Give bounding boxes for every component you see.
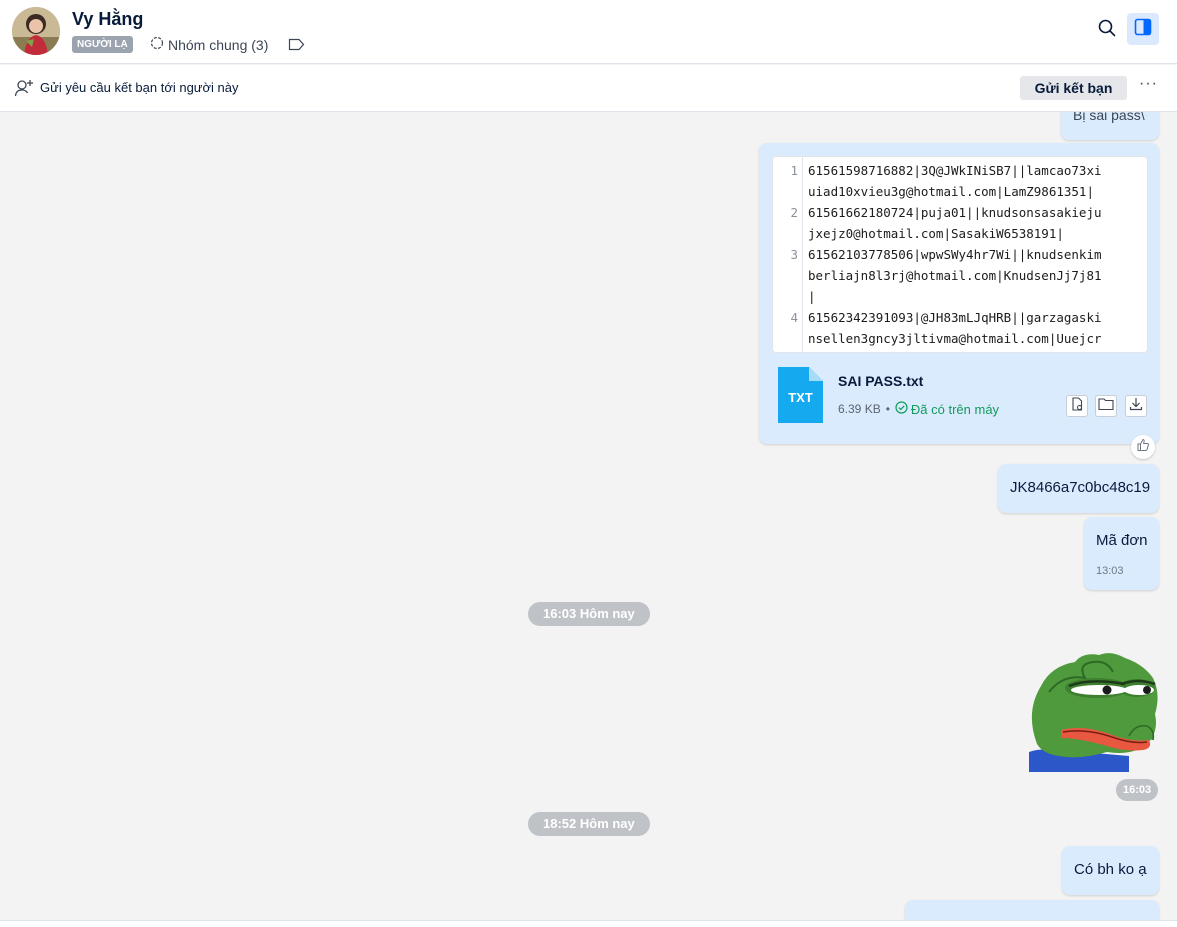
file-message-bubble[interactable]: 1 2 3 4 61561598716882|3Q@JWkINiSB7||lam… [759, 143, 1159, 444]
chat-header: Vy Hằng NGƯỜI LẠ Nhóm chung (3) [0, 0, 1177, 64]
avatar[interactable] [12, 7, 60, 55]
txt-file-icon[interactable]: TXT [778, 367, 823, 423]
code-line: jxejz0@hotmail.com|SasakiW6538191| [808, 226, 1064, 241]
search-icon [1098, 19, 1116, 42]
groups-icon [150, 36, 164, 53]
code-line: berliajn8l3rj@hotmail.com|KnudsenJj7j81 [808, 268, 1102, 283]
file-open-icon [1070, 396, 1084, 416]
open-file-button[interactable] [1066, 395, 1088, 417]
message-list[interactable]: Bị sai pass\ 1 2 3 4 61561598716882|3Q@J… [0, 112, 1177, 920]
time-divider: 16:03 Hôm nay [528, 602, 650, 626]
download-icon [1129, 397, 1143, 416]
message-bubble[interactable]: JK8466a7c0bc48c19 [998, 464, 1159, 513]
message-text: Bị sai pass\ [1073, 112, 1145, 123]
line-number: 4 [790, 310, 798, 325]
code-line: 61562342391093|@JH83mLJqHRB||garzagaski [808, 310, 1102, 325]
sticker-time: 16:03 [1116, 779, 1159, 801]
download-button[interactable] [1125, 395, 1147, 417]
code-line: | [808, 289, 816, 304]
time-divider: 18:52 Hôm nay [528, 812, 650, 836]
add-friend-icon [14, 79, 34, 102]
stranger-badge: NGƯỜI LẠ [72, 36, 133, 53]
code-line: 61561662180724|puja01||knudsonsasakieju [808, 205, 1102, 220]
more-options-button[interactable]: ··· [1139, 75, 1158, 93]
line-number: 3 [790, 247, 798, 262]
reaction-button[interactable] [1131, 435, 1155, 459]
code-line: uiad10xvieu3g@hotmail.com|LamZ9861351| [808, 184, 1094, 199]
folder-icon [1098, 397, 1114, 416]
message-text: JK8466a7c0bc48c19 [1010, 479, 1151, 496]
friend-request-prompt: Gửi yêu cầu kết bạn tới người này [40, 80, 239, 95]
message-text: Mã đơn [1096, 532, 1148, 549]
file-size: 6.39 KB [838, 402, 881, 416]
code-line: 61562103778506|wpwSWy4hr7Wi||knudsenkim [808, 247, 1102, 262]
message-time: 13:03 [1096, 565, 1124, 577]
file-name[interactable]: SAI PASS.txt [838, 373, 923, 389]
label-tag-icon[interactable] [288, 38, 305, 56]
code-line: nsellen3gncy3jltivma@hotmail.com|Uuejcr [808, 331, 1102, 346]
sidebar-panel-icon [1134, 18, 1152, 41]
line-number: 2 [790, 205, 798, 220]
message-bubble[interactable]: Bị sai pass\ [1061, 112, 1159, 140]
file-status-text: Đã có trên máy [910, 401, 1000, 417]
common-groups-label: Nhóm chung (3) [168, 36, 269, 53]
send-friend-request-button[interactable]: Gửi kết bạn [1020, 76, 1127, 100]
file-type-label: TXT [788, 390, 813, 405]
friend-request-bar: Gửi yêu cầu kết bạn tới người này Gửi kế… [0, 65, 1177, 112]
search-button[interactable] [1094, 16, 1120, 44]
sticker-image[interactable] [1029, 652, 1159, 772]
line-number: 1 [790, 163, 798, 178]
message-text: Có bh ko ạ [1074, 861, 1147, 878]
code-line: 61561598716882|3Q@JWkINiSB7||lamcao73xi [808, 163, 1102, 178]
file-preview-code: 1 2 3 4 61561598716882|3Q@JWkINiSB7||lam… [772, 156, 1148, 353]
open-folder-button[interactable] [1095, 395, 1117, 417]
line-gutter: 1 2 3 4 [773, 157, 803, 352]
file-meta: 6.39 KB • Đã có trên máy [838, 401, 999, 417]
conversation-info-toggle[interactable] [1127, 13, 1159, 45]
common-groups-link[interactable]: Nhóm chung (3) [150, 36, 268, 53]
thumbs-up-icon [1136, 438, 1150, 457]
file-status: Đã có trên máy [895, 401, 999, 417]
meta-separator: • [885, 402, 890, 416]
message-bubble[interactable]: Có bh ko ạ [1062, 846, 1159, 895]
message-bubble[interactable]: Mã đơn 13:03 [1084, 517, 1159, 590]
contact-name[interactable]: Vy Hằng [72, 9, 143, 30]
message-bubble[interactable] [905, 900, 1159, 920]
check-circle-icon [895, 401, 908, 417]
